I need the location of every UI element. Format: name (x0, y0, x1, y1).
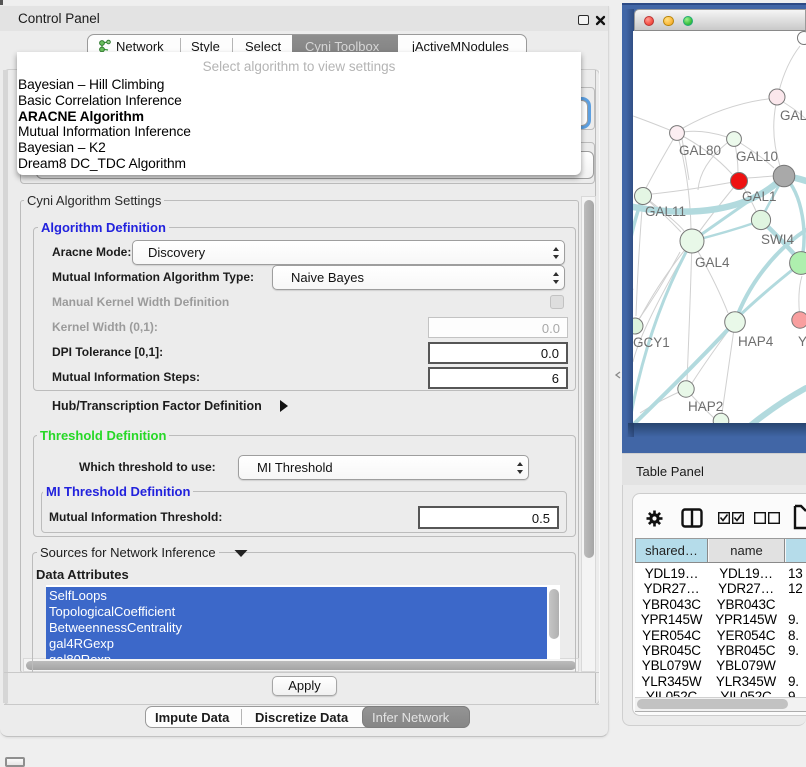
svg-text:GAL: GAL (780, 108, 806, 123)
svg-text:HAP4: HAP4 (738, 334, 774, 349)
svg-text:HAP2: HAP2 (688, 399, 723, 414)
svg-text:SWI4: SWI4 (761, 232, 794, 247)
svg-text:GAL4: GAL4 (695, 255, 730, 270)
svg-text:GAL11: GAL11 (645, 204, 686, 219)
svg-text:GAL1: GAL1 (742, 189, 777, 204)
svg-text:GAL10: GAL10 (736, 149, 778, 164)
svg-text:Y: Y (798, 334, 806, 349)
svg-text:GCY1: GCY1 (633, 335, 670, 350)
svg-text:GAL80: GAL80 (679, 143, 721, 158)
